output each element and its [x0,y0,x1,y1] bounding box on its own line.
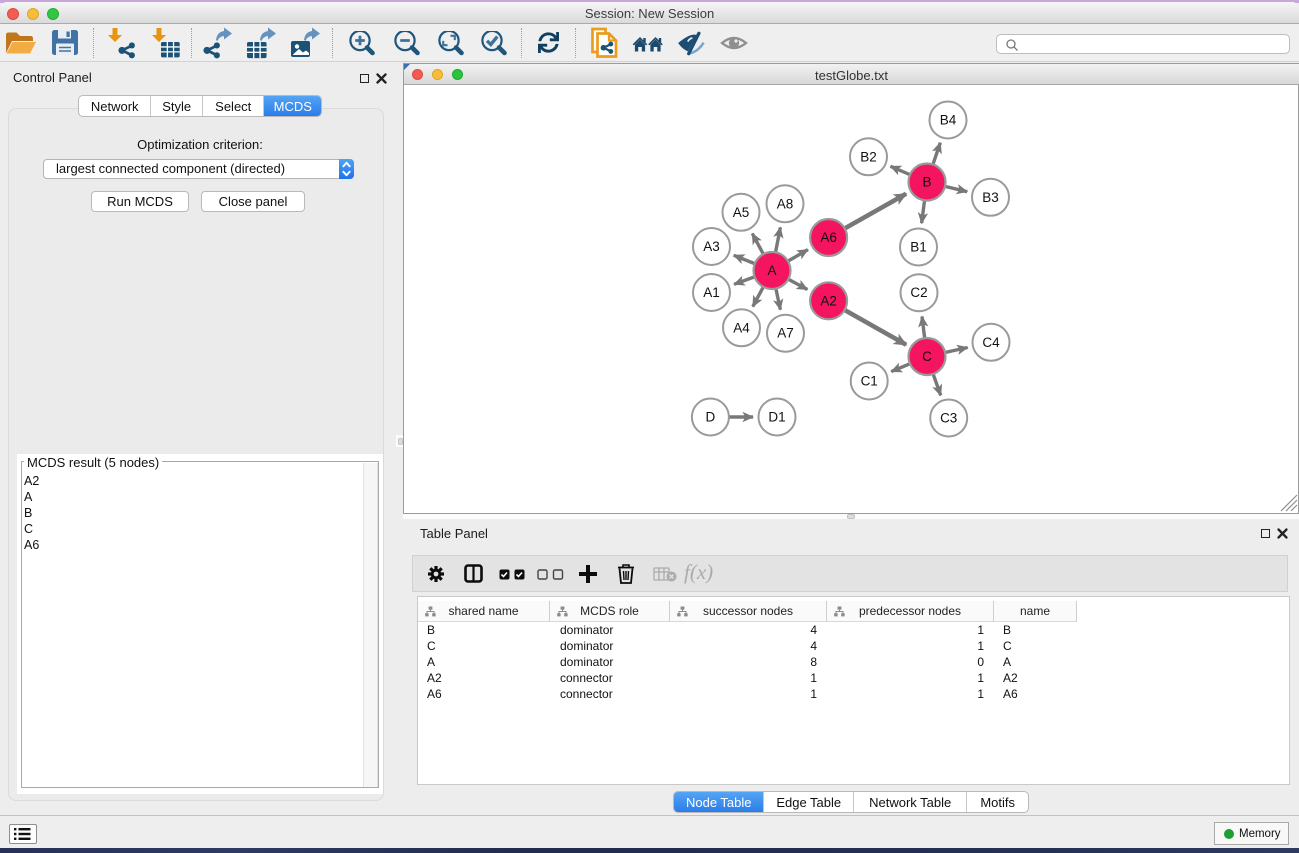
svg-text:D: D [706,410,716,425]
svg-text:B2: B2 [860,149,877,164]
svg-text:A6: A6 [820,230,837,245]
svg-text:C4: C4 [982,335,1000,350]
svg-text:D1: D1 [768,410,785,425]
svg-text:B: B [922,175,931,190]
svg-text:A: A [767,263,776,278]
svg-text:A4: A4 [733,320,750,335]
svg-text:B4: B4 [940,113,957,128]
svg-text:B1: B1 [910,240,927,255]
svg-text:C1: C1 [861,374,878,389]
svg-text:A1: A1 [703,285,720,300]
svg-text:A2: A2 [820,293,837,308]
svg-text:A8: A8 [777,196,794,211]
svg-text:A5: A5 [733,205,750,220]
svg-text:B3: B3 [982,190,999,205]
svg-text:C3: C3 [940,411,957,426]
svg-text:A7: A7 [777,326,794,341]
svg-text:A3: A3 [703,239,720,254]
svg-text:C: C [922,349,932,364]
svg-text:C2: C2 [910,285,927,300]
